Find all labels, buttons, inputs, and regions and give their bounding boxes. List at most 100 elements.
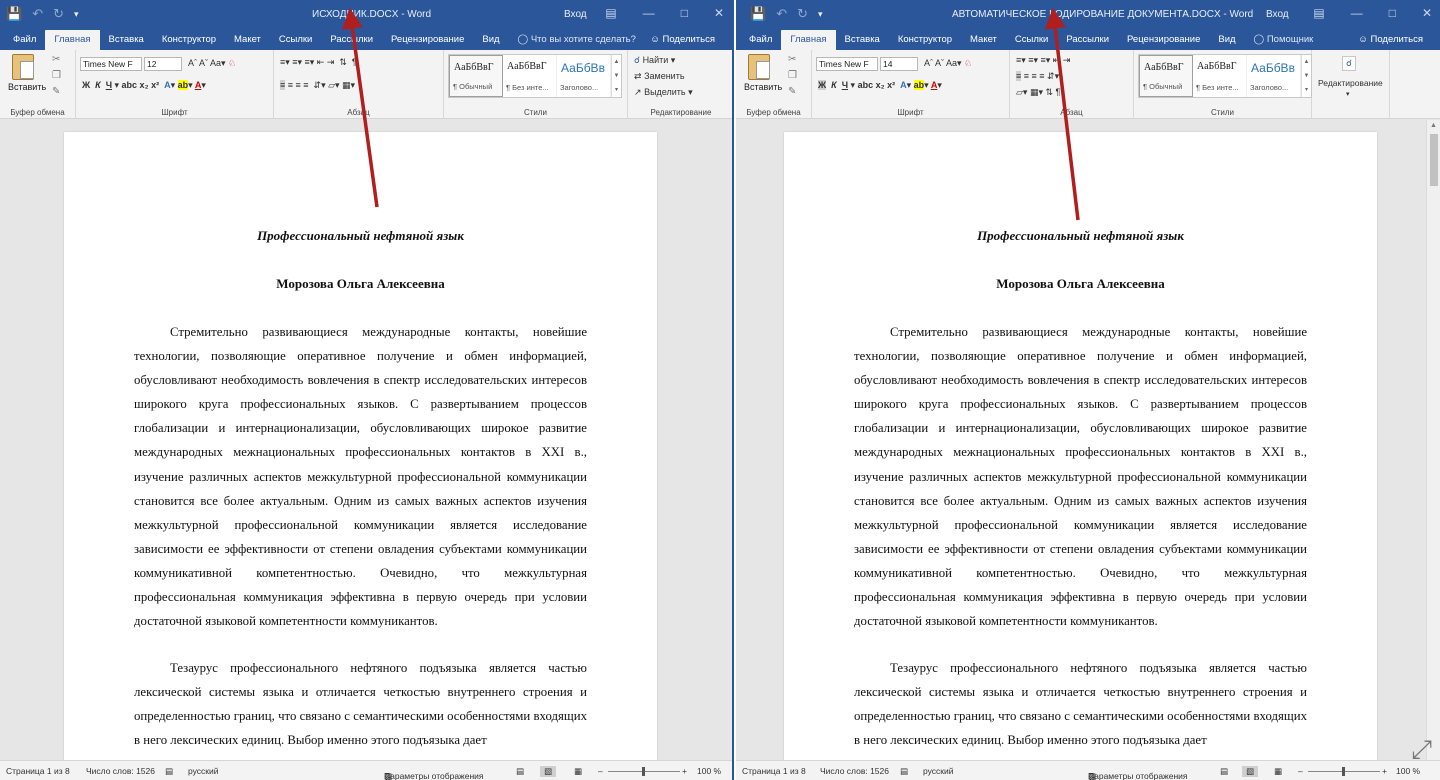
- tab-insert[interactable]: Вставка: [836, 30, 889, 50]
- maximize-icon[interactable]: □: [681, 6, 688, 20]
- tab-view[interactable]: Вид: [473, 30, 508, 50]
- tab-home[interactable]: Главная: [45, 30, 100, 50]
- scroll-up-icon[interactable]: ▲: [1430, 122, 1437, 129]
- document-page[interactable]: Профессиональный нефтяной язык Морозова …: [784, 132, 1377, 760]
- language-indicator[interactable]: русский: [188, 766, 219, 776]
- tab-view[interactable]: Вид: [1209, 30, 1244, 50]
- tab-layout[interactable]: Макет: [961, 30, 1006, 50]
- tab-design[interactable]: Конструктор: [889, 30, 961, 50]
- tab-references[interactable]: Ссылки: [270, 30, 321, 50]
- document-area[interactable]: Профессиональный нефтяной язык Морозова …: [0, 120, 732, 760]
- format-painter-icon[interactable]: ✎: [788, 86, 796, 97]
- document-area[interactable]: Профессиональный нефтяной язык Морозова …: [736, 120, 1440, 760]
- save-icon[interactable]: 💾: [750, 6, 766, 22]
- close-icon[interactable]: ✕: [1422, 6, 1432, 20]
- find-button[interactable]: ☌ Найти ▾: [634, 55, 675, 66]
- web-layout-icon[interactable]: ▦: [1274, 766, 1282, 777]
- cut-icon[interactable]: ✂: [788, 54, 796, 65]
- tell-me-search[interactable]: ◯ Что вы хотите сделать?: [509, 30, 645, 50]
- read-mode-icon[interactable]: ▤: [516, 766, 524, 777]
- zoom-out-icon[interactable]: –: [1298, 766, 1303, 776]
- ribbon-display-icon[interactable]: ▤: [1313, 6, 1324, 20]
- login-link[interactable]: Вход: [1266, 9, 1289, 20]
- redo-icon[interactable]: ↻: [53, 6, 64, 22]
- style-normal[interactable]: АаБбВвГ ¶ Обычный: [1139, 55, 1193, 97]
- copy-icon[interactable]: ❐: [52, 70, 61, 81]
- format-painter-icon[interactable]: ✎: [52, 86, 60, 97]
- login-link[interactable]: Вход: [564, 9, 587, 20]
- tab-file[interactable]: Файл: [740, 30, 781, 50]
- zoom-slider-knob[interactable]: [642, 767, 645, 776]
- zoom-slider-knob[interactable]: [1342, 767, 1345, 776]
- language-indicator[interactable]: русский: [923, 766, 954, 776]
- minimize-icon[interactable]: —: [643, 6, 655, 20]
- tab-file[interactable]: Файл: [4, 30, 45, 50]
- tab-design[interactable]: Конструктор: [153, 30, 225, 50]
- word-count[interactable]: Число слов: 1526: [86, 766, 155, 776]
- expand-icon[interactable]: ⤢: [1411, 734, 1432, 766]
- share-button[interactable]: ☺ Поделиться: [1349, 30, 1432, 50]
- align-icons[interactable]: ≡ ≡ ≡ ≡ ⇵▾ ▱▾ ▦▾: [280, 80, 355, 91]
- list-icons[interactable]: ≡▾ ≡▾ ≡▾ ⇤ ⇥: [1016, 55, 1070, 66]
- list-icons[interactable]: ≡▾ ≡▾ ≡▾ ⇤ ⇥ ⇅ ¶: [280, 57, 357, 68]
- editing-button[interactable]: Редактирование: [1318, 78, 1383, 88]
- zoom-in-icon[interactable]: +: [1382, 766, 1387, 776]
- customize-qat-icon[interactable]: ▾: [74, 6, 79, 22]
- close-icon[interactable]: ✕: [714, 6, 724, 20]
- search-icon[interactable]: ☌: [1342, 56, 1357, 71]
- grow-font-icon[interactable]: Aˆ Aˇ Aa▾ ♘: [924, 58, 972, 69]
- font-name-box[interactable]: Times New F: [816, 57, 878, 71]
- page-count[interactable]: Страница 1 из 8: [742, 766, 806, 776]
- ribbon-display-icon[interactable]: ▤: [605, 6, 616, 20]
- font-size-box[interactable]: 14: [880, 57, 918, 71]
- paste-button[interactable]: Вставить: [744, 82, 782, 92]
- redo-icon[interactable]: ↻: [797, 6, 808, 22]
- tab-mailings[interactable]: Рассылки: [1057, 30, 1118, 50]
- zoom-level[interactable]: 100 %: [697, 766, 721, 776]
- font-name-box[interactable]: Times New F: [80, 57, 142, 71]
- styles-scroll[interactable]: ▲ ▼ ▾: [611, 55, 621, 97]
- save-icon[interactable]: 💾: [6, 6, 22, 22]
- cut-icon[interactable]: ✂: [52, 54, 60, 65]
- shading-icons[interactable]: ▱▾ ▦▾ ⇅ ¶: [1016, 87, 1060, 98]
- align-icons[interactable]: ≡ ≡ ≡ ≡ ⇵▾: [1016, 71, 1059, 82]
- paste-button[interactable]: Вставить: [8, 82, 46, 92]
- font-format-icons[interactable]: Ж К Ч ▾ abc x₂ x² A▾ ab▾ A▾: [818, 80, 942, 91]
- read-mode-icon[interactable]: ▤: [1220, 766, 1228, 777]
- style-no-spacing[interactable]: АаБбВвГ ¶ Без инте...: [1193, 55, 1247, 97]
- grow-font-icon[interactable]: Aˆ Aˇ Aa▾ ♘: [188, 58, 236, 69]
- style-heading[interactable]: АаБбВв Заголово...: [557, 55, 611, 97]
- paste-icon[interactable]: [748, 54, 770, 80]
- share-button[interactable]: ☺ Поделиться: [641, 30, 724, 50]
- word-count[interactable]: Число слов: 1526: [820, 766, 889, 776]
- web-layout-icon[interactable]: ▦: [574, 766, 582, 777]
- customize-qat-icon[interactable]: ▾: [818, 6, 823, 22]
- proofing-icon[interactable]: ▤: [165, 766, 173, 777]
- copy-icon[interactable]: ❐: [788, 70, 797, 81]
- zoom-out-icon[interactable]: –: [598, 766, 603, 776]
- zoom-in-icon[interactable]: +: [682, 766, 687, 776]
- styles-scroll[interactable]: ▲ ▼ ▾: [1301, 55, 1311, 97]
- tell-me-search[interactable]: ◯ Помощник: [1245, 30, 1323, 50]
- tab-mailings[interactable]: Рассылки: [321, 30, 382, 50]
- style-no-spacing[interactable]: АаБбВвГ ¶ Без инте...: [503, 55, 557, 97]
- scrollbar-thumb[interactable]: [1430, 134, 1438, 186]
- tab-references[interactable]: Ссылки: [1006, 30, 1057, 50]
- minimize-icon[interactable]: —: [1351, 6, 1363, 20]
- tab-layout[interactable]: Макет: [225, 30, 270, 50]
- print-layout-icon[interactable]: ▧: [540, 766, 557, 777]
- undo-icon[interactable]: ↶: [776, 6, 787, 22]
- maximize-icon[interactable]: □: [1389, 6, 1396, 20]
- undo-icon[interactable]: ↶: [32, 6, 43, 22]
- tab-review[interactable]: Рецензирование: [382, 30, 473, 50]
- select-button[interactable]: ↗ Выделить ▾: [634, 87, 693, 98]
- tab-review[interactable]: Рецензирование: [1118, 30, 1209, 50]
- proofing-icon[interactable]: ▤: [900, 766, 908, 777]
- chevron-down-icon[interactable]: ▾: [1346, 90, 1350, 98]
- paste-icon[interactable]: [12, 54, 34, 80]
- font-size-box[interactable]: 12: [144, 57, 182, 71]
- tab-insert[interactable]: Вставка: [100, 30, 153, 50]
- document-page[interactable]: Профессиональный нефтяной язык Морозова …: [64, 132, 657, 760]
- print-layout-icon[interactable]: ▧: [1242, 766, 1259, 777]
- font-format-icons[interactable]: Ж К Ч ▾ abc x₂ x² A▾ ab▾ A▾: [82, 80, 206, 91]
